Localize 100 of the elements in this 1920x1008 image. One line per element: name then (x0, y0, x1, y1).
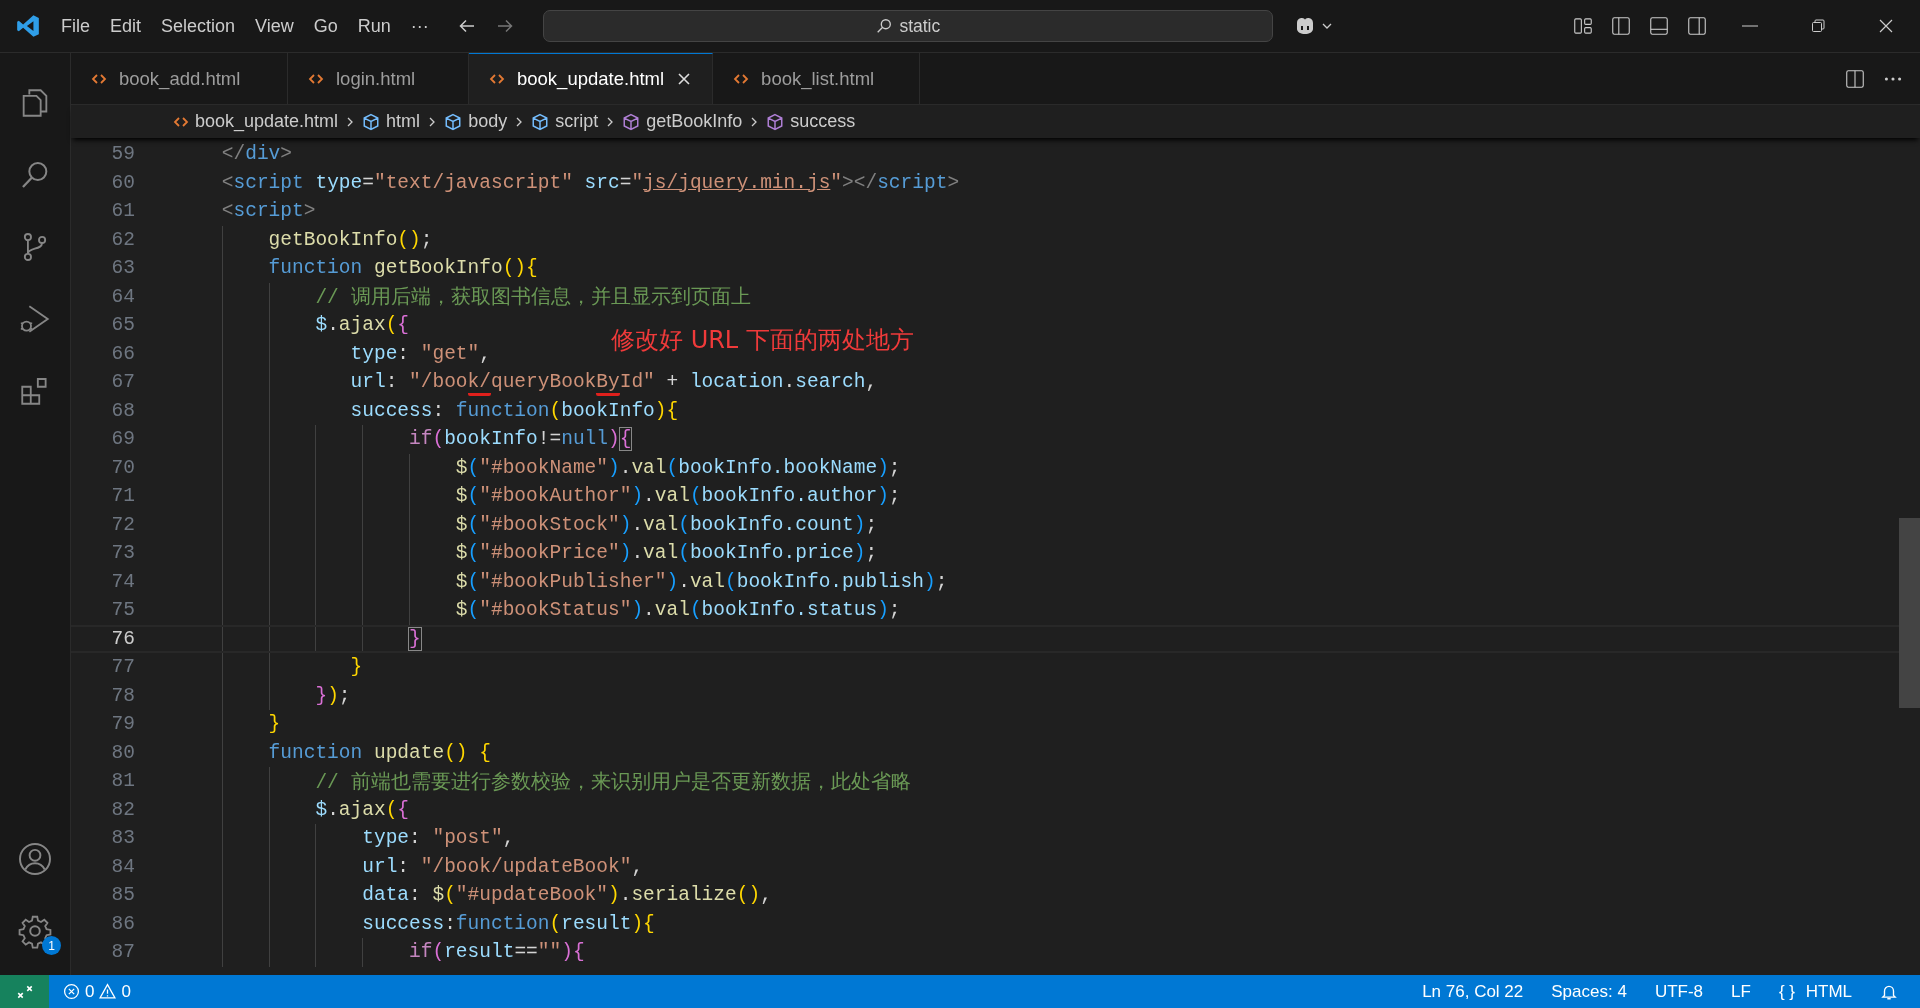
line-number: 80 (110, 741, 135, 764)
code-line: success:function(result){ (361, 912, 655, 935)
error-icon (63, 983, 80, 1000)
breadcrumb-item[interactable]: body (444, 111, 508, 132)
problems-button[interactable]: 0 0 (63, 981, 131, 1002)
line-number: 84 (110, 855, 135, 878)
menu-item[interactable]: Go (303, 11, 348, 41)
code-line: } (408, 627, 421, 650)
code-line: if(bookInfo!=null){ (408, 428, 632, 451)
line-number: 78 (110, 684, 135, 707)
minimize-icon (1742, 25, 1758, 27)
code-line: $("#bookAuthor").val(bookInfo.author); (454, 485, 901, 508)
line-number: 71 (110, 485, 135, 508)
menu-item[interactable]: View (245, 11, 304, 41)
line-number: 69 (110, 428, 135, 451)
line-number: 65 (110, 314, 135, 337)
code-line: // 调用后端，获取图书信息，并且显示到页面上 (314, 285, 751, 311)
breadcrumb-item[interactable]: getBookInfo (622, 111, 743, 132)
line-number: 68 (110, 399, 135, 422)
menu-item[interactable]: Edit (100, 11, 152, 41)
line-number: 62 (110, 228, 135, 251)
code-line: $("#bookPublisher").val(bookInfo.publish); (454, 570, 948, 593)
warning-icon (99, 983, 117, 1000)
code-line: url: "/book/queryBookById" + location.search, (175, 371, 878, 394)
menu-item[interactable]: ··· (400, 11, 439, 41)
cube-icon (444, 112, 463, 131)
code-line: } (267, 713, 281, 736)
status-item[interactable]: LF (1731, 981, 1751, 1002)
line-number: 72 (110, 513, 135, 536)
line-number: 61 (110, 200, 135, 223)
restore-icon (1810, 18, 1826, 34)
app-logo-icon (15, 13, 41, 39)
search-icon (875, 17, 894, 35)
code-line: $("#bookName").val(bookInfo.bookName); (454, 456, 901, 479)
cube-icon (622, 112, 641, 131)
panel-toggle-icon[interactable] (1648, 15, 1670, 37)
line-number: 86 (110, 912, 135, 935)
status-item[interactable]: Ln 76, Col 22 (1422, 981, 1524, 1002)
code-line: function getBookInfo(){ (267, 257, 538, 280)
layout-icon[interactable] (1572, 15, 1594, 37)
code-line: </div> (220, 143, 293, 166)
close-icon (1878, 18, 1894, 34)
code-line: type: "post", (361, 827, 515, 850)
line-number: 63 (110, 257, 135, 280)
code-line: url: "/book/updateBook", (361, 855, 644, 878)
line-number: 87 (110, 941, 135, 964)
command-search-field[interactable]: static (542, 10, 1273, 42)
secondary-sidebar-icon[interactable] (1686, 15, 1708, 37)
code-line: }); (314, 684, 351, 707)
code-line: success: function(bookInfo){ (349, 399, 679, 422)
remote-button[interactable] (0, 975, 49, 1008)
editor-tab[interactable]: book_update.html (469, 53, 714, 104)
line-number: 70 (110, 456, 135, 479)
language-mode-button[interactable]: { } HTML (1778, 981, 1852, 1002)
code-line: $.ajax({ (314, 314, 410, 337)
code-line: $("#bookStatus").val(bookInfo.status); (454, 599, 901, 622)
line-number: 74 (110, 570, 135, 593)
sidebar-toggle-icon[interactable] (1610, 15, 1632, 37)
line-number: 81 (110, 770, 135, 793)
cube-icon (531, 112, 550, 131)
line-number: 83 (110, 827, 135, 850)
split-editor-icon[interactable] (1844, 67, 1866, 90)
code-line: $.ajax({ (314, 798, 410, 821)
menu-item[interactable]: File (51, 11, 100, 41)
editor-tab[interactable]: book_add.html (71, 53, 288, 104)
breadcrumb-item[interactable]: script (531, 111, 599, 132)
code-line: getBookInfo(); (267, 228, 433, 251)
notification-badge: 1 (42, 936, 61, 955)
code-line: function update() { (267, 741, 491, 764)
breadcrumb-item[interactable]: book_update.html (173, 111, 339, 132)
breadcrumb-item[interactable]: html (362, 111, 421, 132)
line-number: 67 (110, 371, 135, 394)
line-number: 60 (110, 171, 135, 194)
line-number: 76 (110, 627, 135, 650)
close-icon[interactable] (676, 71, 693, 87)
line-number: 64 (110, 285, 135, 308)
menu-item[interactable]: Run (347, 11, 401, 41)
line-number: 79 (110, 713, 135, 736)
line-number: 66 (110, 342, 135, 365)
code-line: $("#bookStock").val(bookInfo.count); (454, 513, 878, 536)
code-line: <script type="text/javascript" src="js/jquery.min.js"></script> (220, 171, 960, 194)
code-line: } (349, 656, 363, 679)
code-line: // 前端也需要进行参数校验，来识别用户是否更新数据，此处省略 (314, 770, 911, 795)
line-number: 82 (110, 798, 135, 821)
breadcrumb-item[interactable]: success (766, 111, 856, 132)
code-line: $("#bookPrice").val(bookInfo.price); (454, 542, 878, 565)
line-number: 59 (110, 143, 135, 166)
code-line: data: $("#updateBook").serialize(), (361, 884, 772, 907)
cube-icon (766, 112, 785, 131)
menu-item[interactable]: Selection (151, 11, 246, 41)
status-item[interactable]: Spaces: 4 (1551, 981, 1627, 1002)
account-icon[interactable] (17, 841, 53, 877)
cube-icon (362, 112, 381, 131)
code-line: if(result==""){ (408, 941, 585, 964)
annotation-text: 修改好 URL 下面的两处地方 (611, 325, 914, 356)
scrollbar-thumb[interactable] (1899, 518, 1920, 708)
status-item[interactable]: UTF-8 (1654, 981, 1704, 1002)
settings-icon[interactable] (17, 913, 53, 949)
code-line: <script> (220, 200, 316, 223)
editor-tab[interactable]: book_list.html (713, 53, 921, 104)
